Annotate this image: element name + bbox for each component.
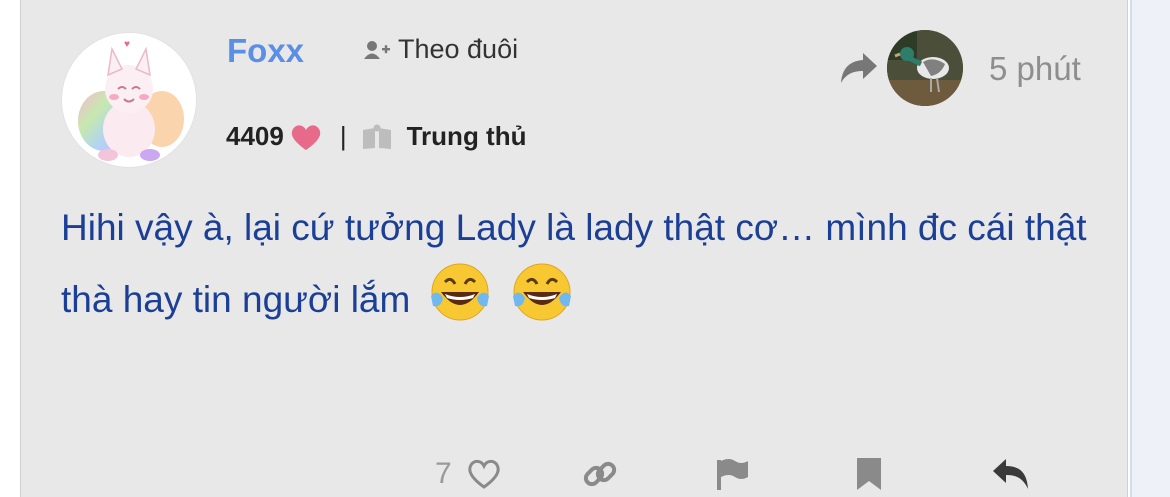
laughing-emoji-icon	[427, 260, 493, 344]
bookmark-button[interactable]	[854, 456, 884, 492]
author-avatar[interactable]: ♥	[61, 32, 197, 168]
post-content: Hihi vậy à, lại cứ tưởng Lady là lady th…	[61, 196, 1111, 344]
follow-label: Theo đuôi	[398, 34, 519, 64]
add-user-icon	[364, 40, 390, 59]
share-link-button[interactable]	[582, 456, 618, 492]
left-gutter	[0, 0, 20, 497]
reply-icon	[992, 459, 1028, 489]
author-stats: 4409 | Trung thủ	[226, 121, 526, 152]
book-icon	[362, 124, 391, 149]
bird-photo-icon	[887, 30, 963, 106]
likes-count: 4409	[226, 121, 284, 151]
svg-text:♥: ♥	[124, 39, 130, 50]
rank-label: Trung thủ	[406, 121, 527, 151]
post-like-count: 7	[435, 457, 452, 490]
fox-avatar-icon: ♥	[78, 39, 184, 161]
laughing-emoji-icon	[509, 260, 575, 344]
flag-icon	[716, 459, 748, 490]
reply-target-avatar[interactable]	[887, 30, 963, 106]
reply-arrow-icon	[841, 53, 877, 83]
reply-button[interactable]	[992, 457, 1030, 491]
report-button[interactable]	[714, 456, 750, 492]
like-button[interactable]	[466, 458, 502, 490]
author-name[interactable]: Foxx	[227, 32, 304, 70]
heart-icon	[291, 124, 321, 150]
post-time: 5 phút	[989, 50, 1081, 87]
right-gutter	[1130, 0, 1170, 497]
post-card: ♥ Foxx Theo đuôi 4409 | Trung thủ 5 phút…	[20, 0, 1128, 497]
stats-separator: |	[339, 121, 347, 151]
heart-outline-icon	[467, 459, 500, 489]
follow-button[interactable]: Theo đuôi	[364, 34, 518, 65]
post-actions: 7	[435, 452, 1030, 496]
bookmark-icon	[856, 458, 881, 490]
link-icon	[583, 461, 616, 487]
reply-to-indicator[interactable]	[839, 30, 963, 106]
